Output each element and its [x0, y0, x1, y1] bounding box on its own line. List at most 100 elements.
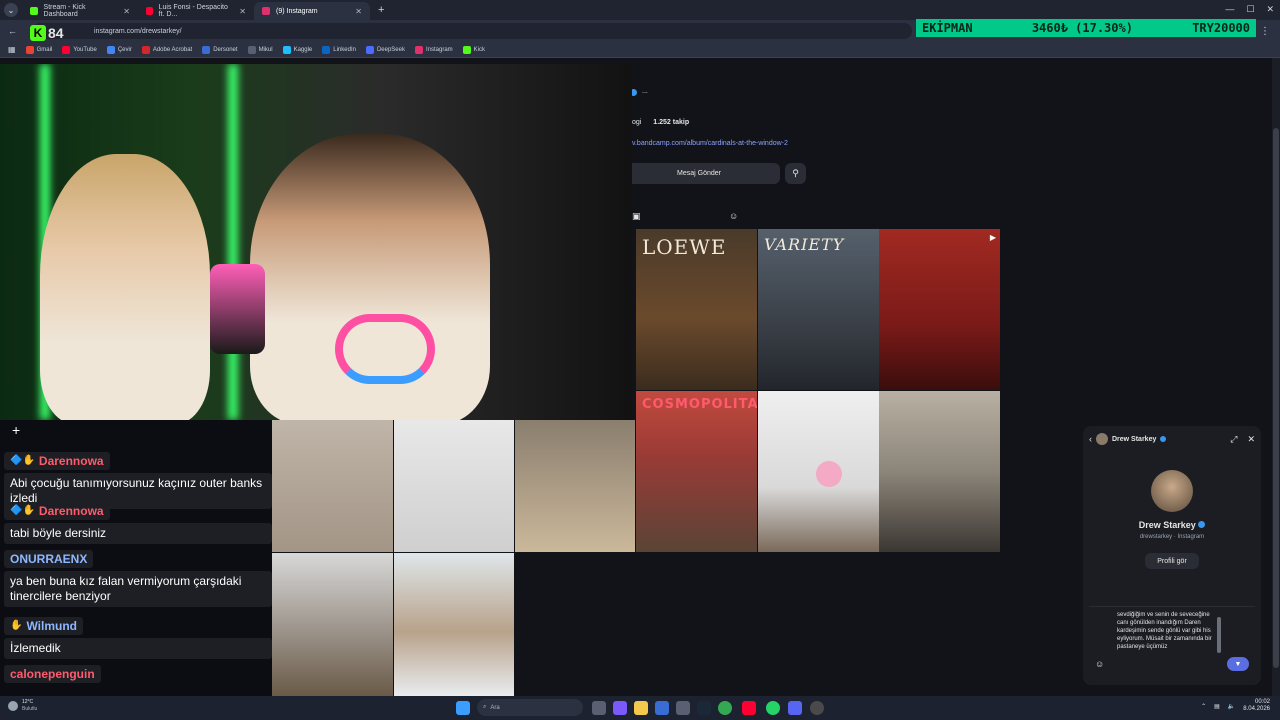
scrollbar-thumb[interactable]	[1273, 128, 1279, 668]
post-tile[interactable]	[879, 391, 1000, 552]
send-message-button[interactable]: Mesaj Gönder	[618, 163, 780, 184]
new-tab-button[interactable]: +	[378, 4, 384, 16]
post-tile[interactable]	[758, 391, 879, 552]
discord-icon[interactable]	[788, 701, 802, 715]
chat-user[interactable]: 🔷✋ Darennowa	[4, 451, 110, 470]
message-composer[interactable]: ☺ sevdiğiğim ve senin de seveceğine canı…	[1089, 606, 1255, 676]
maximize-icon[interactable]: ☐	[1246, 4, 1254, 15]
bookmark-acrobat[interactable]: Adobe Acrobat	[141, 45, 192, 54]
url-field[interactable]: instagram.com/drewstarkey/	[32, 23, 912, 39]
page-scrollbar[interactable]	[1272, 58, 1280, 696]
chrome-icon[interactable]	[718, 701, 732, 715]
whatsapp-icon[interactable]	[766, 701, 780, 715]
post-tile[interactable]: ▶	[879, 229, 1000, 390]
donation-ticker: EKİPMAN 3460₺ (17.30%) TRY20000	[916, 19, 1256, 37]
tagged-tab-icon[interactable]: ☺	[729, 211, 738, 221]
bookmark-mikul[interactable]: Mikul	[247, 45, 273, 54]
chat-user[interactable]: ✋ Wilmund	[4, 616, 84, 635]
calculator-icon[interactable]	[676, 701, 690, 715]
bookmark-kick[interactable]: Kick	[462, 45, 485, 54]
bookmark-instagram[interactable]: Instagram	[414, 45, 453, 54]
close-tab-icon[interactable]: ✕	[239, 7, 246, 16]
post-tile[interactable]	[272, 553, 393, 696]
following-count[interactable]: 1.252 takip	[653, 119, 689, 126]
close-icon[interactable]: ✕	[1247, 434, 1255, 445]
steam-icon[interactable]	[697, 701, 711, 715]
tab-menu-icon[interactable]: ⌄	[4, 3, 18, 17]
composer-scrollbar[interactable]	[1217, 617, 1221, 653]
youtube-favicon-icon	[146, 7, 153, 15]
browser-menu-icon[interactable]: ⋮	[1260, 26, 1270, 37]
post-tile[interactable]: LOEWE	[636, 229, 757, 390]
weather-icon	[8, 701, 18, 711]
chat-message: ONURRAENX ya ben buna kız falan vermiyor…	[4, 550, 272, 607]
post-caption: COSMOPOLITAN	[642, 397, 757, 412]
ticker-label: EKİPMAN	[922, 21, 973, 35]
add-icon[interactable]: +	[12, 422, 20, 438]
bookmark-linkedin[interactable]: LinkedIn	[322, 45, 356, 54]
emoji-icon[interactable]: ☺	[1095, 659, 1104, 669]
back-icon[interactable]: ‹	[1089, 434, 1092, 444]
start-icon[interactable]	[456, 701, 470, 715]
network-icon[interactable]: ▤	[1214, 703, 1220, 710]
obs-icon[interactable]	[810, 701, 824, 715]
close-tab-icon[interactable]: ✕	[123, 7, 130, 16]
tab-instagram[interactable]: (9) Instagram ✕	[254, 2, 370, 20]
copilot-icon[interactable]	[613, 701, 627, 715]
post-tile[interactable]	[394, 553, 514, 696]
dm-avatar	[1151, 470, 1193, 512]
post-tile[interactable]: COSMOPOLITAN	[636, 391, 757, 552]
taskbar-search[interactable]: ⌕ Ara	[477, 699, 583, 716]
bookmark-kaggle[interactable]: Kaggle	[282, 45, 312, 54]
tab-youtube[interactable]: Luis Fonsi - Despacito ft. D... ✕	[138, 2, 254, 20]
bookmark-youtube[interactable]: YouTube	[62, 45, 97, 54]
post-tile[interactable]	[515, 420, 635, 552]
minimize-icon[interactable]: —	[1225, 4, 1234, 15]
profile-more-button[interactable]: ...	[642, 88, 648, 95]
expand-icon[interactable]: ⤢	[1230, 434, 1237, 445]
chat-user[interactable]: ONURRAENX	[4, 550, 94, 568]
view-profile-button[interactable]: Profili gör	[1145, 553, 1199, 569]
store-icon[interactable]	[655, 701, 669, 715]
bookmark-translate[interactable]: Çevir	[106, 45, 132, 54]
tab-strip: ⌄ Stream - Kick Dashboard ✕ Luis Fonsi -…	[0, 0, 1280, 20]
posts-tab-icon[interactable]: ▣	[632, 211, 641, 222]
chat-user[interactable]: calonepenguin	[4, 665, 101, 683]
close-tab-icon[interactable]: ✕	[355, 7, 362, 16]
windows-taskbar: 12°C Bulutlu ⌕ Ara ⌃ ▤ 🔈 00:02 8.04.2026	[0, 696, 1280, 720]
badge-icon: 🔷✋	[10, 455, 35, 466]
chat-user[interactable]: 🔷✋ Darennowa	[4, 501, 110, 520]
badge-icon: 🔷✋	[10, 505, 35, 516]
weather-widget[interactable]: 12°C Bulutlu	[8, 699, 37, 713]
task-view-icon[interactable]	[592, 701, 606, 715]
profile-bio-link[interactable]: v.bandcamp.com/album/cardinals-at-the-wi…	[632, 140, 788, 147]
gmail-icon	[25, 45, 34, 54]
verified-badge-icon	[1160, 436, 1167, 442]
volume-icon[interactable]: 🔈	[1228, 703, 1235, 710]
chat-text: İzlemedik	[4, 637, 272, 659]
profile-stats: ogi 1.252 takip	[632, 119, 689, 126]
close-window-icon[interactable]: ✕	[1266, 4, 1274, 15]
bookmark-dersonet[interactable]: Dersonet	[202, 45, 238, 54]
youtube-app-icon[interactable]	[742, 701, 756, 715]
stream-chat: + 🔷✋ Darennowa Abi çocuğu tanımıyorsunuz …	[0, 420, 272, 696]
bookmark-gmail[interactable]: Gmail	[25, 45, 52, 54]
file-explorer-icon[interactable]	[634, 701, 648, 715]
post-tile[interactable]	[394, 420, 514, 552]
mikul-icon	[247, 45, 256, 54]
bookmark-deepseek[interactable]: DeepSeek	[365, 45, 405, 54]
clock[interactable]: 00:02 8.04.2026	[1243, 699, 1270, 713]
send-button[interactable]: ▼	[1227, 657, 1249, 671]
tab-kick[interactable]: Stream - Kick Dashboard ✕	[22, 2, 138, 20]
suggest-user-button[interactable]: ⚲	[785, 163, 806, 184]
followers-label[interactable]: ogi	[632, 119, 641, 126]
linkedin-icon	[322, 45, 331, 54]
add-user-icon: ⚲	[792, 168, 799, 178]
post-tile[interactable]: VARIETY	[758, 229, 879, 390]
dm-header-name[interactable]: Drew Starkey	[1112, 436, 1156, 443]
back-icon[interactable]: ←	[8, 26, 17, 36]
ticker-goal: TRY20000	[1192, 21, 1250, 35]
apps-icon[interactable]: ▦	[8, 45, 16, 54]
post-tile[interactable]	[272, 420, 393, 552]
tray-overflow-icon[interactable]: ⌃	[1201, 703, 1206, 710]
